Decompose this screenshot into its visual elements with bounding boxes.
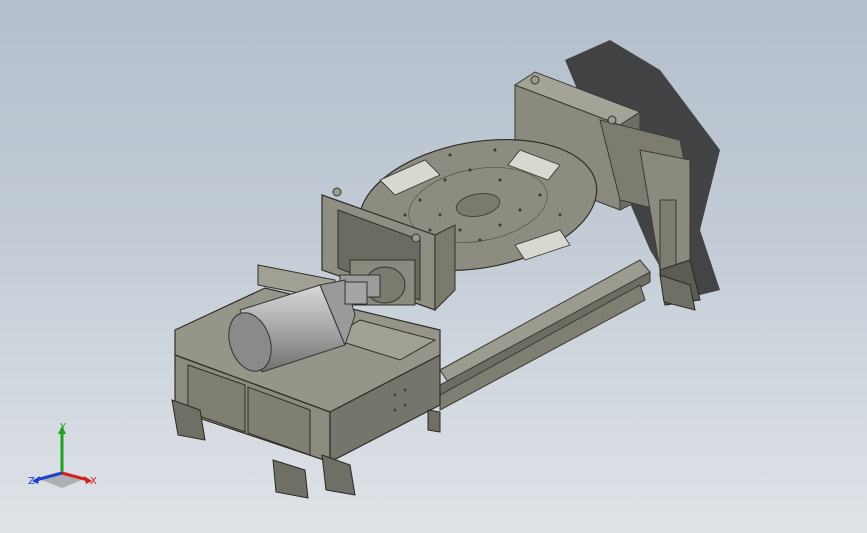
base-rails: [439, 259, 651, 411]
triad-y-label: Y: [60, 422, 67, 433]
triad-z-label: Z: [28, 476, 35, 487]
triad-x-label: X: [90, 476, 97, 487]
graphics-viewport[interactable]: Y X Z: [0, 0, 867, 533]
positioner-assembly-icon[interactable]: [0, 0, 867, 533]
